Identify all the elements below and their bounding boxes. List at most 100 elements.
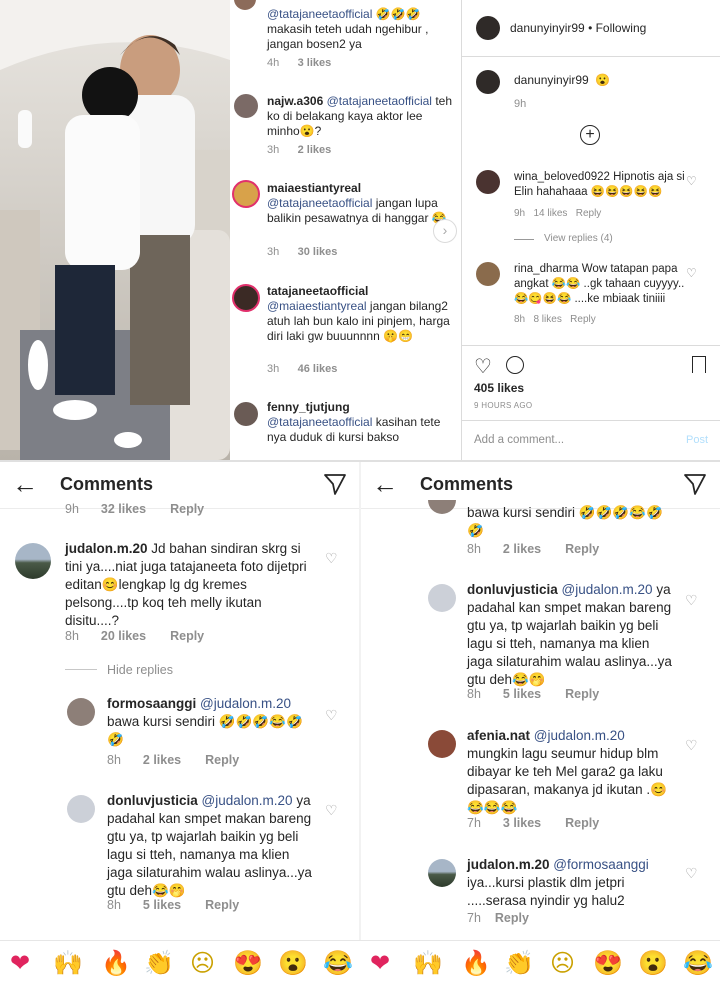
post-panel: danunyinyir99 • Following danunyinyir99 … — [462, 0, 720, 460]
clap-emoji-icon[interactable]: 👏 — [144, 949, 174, 979]
bookmark-icon[interactable] — [692, 356, 706, 373]
like-icon[interactable]: ♡ — [685, 865, 698, 882]
comment-meta: 3h 46 likes — [267, 363, 338, 375]
comment-meta: 3h 30 likes — [267, 246, 338, 258]
page-title: Comments — [60, 474, 154, 494]
avatar — [234, 402, 258, 426]
divider — [462, 420, 720, 421]
like-icon[interactable]: ♡ — [685, 592, 698, 609]
heart-eyes-emoji-icon[interactable]: 😍 — [233, 949, 263, 979]
comment-input[interactable]: Add a comment... — [474, 434, 564, 446]
next-arrow-icon[interactable]: › — [433, 219, 457, 243]
avatar — [428, 500, 456, 514]
comment-text: najw.a306 @tatajaneetaofficial teh ko di… — [267, 94, 453, 138]
comment-text: donluvjusticia @judalon.m.20 ya padahal … — [107, 793, 312, 898]
page-title: Comments — [420, 474, 514, 494]
post-photo — [0, 0, 230, 460]
wow-emoji-icon[interactable]: 😮 — [278, 949, 308, 979]
send-icon[interactable] — [683, 472, 707, 496]
comment-meta: 8h 2 likes Reply — [467, 542, 600, 556]
like-icon[interactable]: ♡ — [686, 266, 697, 280]
comment-meta: 8h 5 likes Reply — [107, 898, 240, 912]
following-label[interactable]: • Following — [588, 21, 646, 35]
avatar — [234, 94, 258, 118]
like-icon[interactable]: ♡ — [685, 737, 698, 754]
laugh-emoji-icon[interactable]: 😂 — [323, 949, 353, 979]
comment-meta: 9h 14 likes Reply — [514, 208, 602, 219]
comment-text: donluvjusticia @judalon.m.20 ya padahal … — [467, 582, 672, 687]
avatar — [232, 284, 260, 312]
comment-meta: 8h 8 likes Reply — [514, 314, 596, 325]
comment-text: fenny_tjutjung @tatajaneetaofficial kasih… — [267, 400, 441, 444]
like-icon[interactable]: ♡ — [325, 707, 338, 724]
sad-emoji-icon[interactable]: ☹ — [190, 949, 215, 979]
send-icon[interactable] — [323, 472, 347, 496]
heart-emoji-icon[interactable]: ❤ — [370, 949, 390, 979]
author-name[interactable]: danunyinyir99 — [510, 21, 585, 35]
back-arrow-icon[interactable]: ← — [372, 471, 398, 497]
avatar — [428, 584, 456, 612]
caption-time: 9h — [514, 98, 527, 110]
comment-text: formosaanggi @judalon.m.20 bawa kursi se… — [107, 696, 303, 747]
sad-emoji-icon[interactable]: ☹ — [550, 949, 575, 979]
comment-text: wina_beloved0922 Hipnotis aja si Elin ha… — [514, 171, 685, 198]
raised-hands-emoji-icon[interactable]: 🙌 — [53, 949, 83, 979]
comment-text: judalon.m.20 @formosaanggi iya...kursi p… — [467, 857, 649, 908]
comment-text: bawa kursi sendiri 🤣🤣🤣😂🤣🤣 — [467, 505, 663, 538]
comment-text: tatajaneetaofficial @maiaestiantyreal jan… — [267, 284, 450, 343]
divider — [462, 56, 720, 57]
comments-screen-right: ← Comments bawa kursi sendiri 🤣🤣🤣😂🤣🤣 8h 2… — [361, 462, 720, 940]
like-icon[interactable]: ♡ — [686, 174, 697, 188]
comments-panel-middle: @tatajaneetaofficial 🤣🤣🤣 makasih teteh u… — [230, 0, 462, 460]
comment-text: rina_dharma Wow tatapan papa angkat 😂😂 .… — [514, 263, 685, 305]
avatar — [476, 170, 500, 194]
comment-meta: 8h 5 likes Reply — [467, 687, 600, 701]
post-header: danunyinyir99 • Following — [510, 21, 646, 35]
avatar[interactable] — [476, 16, 500, 40]
comment-meta: 4h 3 likes — [267, 57, 332, 69]
comment-meta: 8h 2 likes Reply — [107, 753, 240, 767]
comment-meta: 9h 32 likes Reply — [65, 502, 205, 516]
comment-text: @tatajaneetaofficial 🤣🤣🤣 makasih teteh u… — [267, 7, 429, 51]
back-arrow-icon[interactable]: ← — [12, 471, 38, 497]
emoji-bar: ❤ 🙌 🔥 👏 ☹ 😍 😮 😂 ❤ 🙌 🔥 👏 ☹ 😍 😮 😂 — [0, 940, 720, 990]
comment-meta: 8h 20 likes Reply — [65, 629, 205, 643]
comment-text: maiaestiantyreal @tatajaneetaofficial jan… — [267, 181, 447, 225]
avatar — [232, 180, 260, 208]
load-more-icon[interactable]: + — [580, 125, 600, 145]
avatar — [15, 543, 51, 579]
like-icon[interactable]: ♡ — [325, 802, 338, 819]
fire-emoji-icon[interactable]: 🔥 — [101, 949, 131, 979]
comment-text: judalon.m.20 Jd bahan sindiran skrg si t… — [65, 541, 307, 628]
post-button[interactable]: Post — [686, 434, 708, 446]
hide-replies-button[interactable]: Hide replies — [107, 663, 173, 677]
comment-meta: 7h Reply — [467, 911, 529, 925]
comments-screen-left: ← Comments 9h 32 likes Reply judalon.m.20 … — [0, 462, 359, 940]
clap-emoji-icon[interactable]: 👏 — [504, 949, 534, 979]
comment-meta: 7h 3 likes Reply — [467, 816, 600, 830]
wow-emoji-icon[interactable]: 😮 — [638, 949, 668, 979]
heart-eyes-emoji-icon[interactable]: 😍 — [593, 949, 623, 979]
caption: danunyinyir99 😮 — [514, 73, 611, 87]
fire-emoji-icon[interactable]: 🔥 — [461, 949, 491, 979]
laugh-emoji-icon[interactable]: 😂 — [683, 949, 713, 979]
avatar — [234, 0, 256, 10]
avatar — [476, 70, 500, 94]
divider — [514, 239, 534, 240]
avatar — [476, 262, 500, 286]
likes-count[interactable]: 405 likes — [474, 381, 524, 395]
like-icon[interactable]: ♡ — [325, 550, 338, 567]
divider — [65, 669, 97, 670]
comment-text: afenia.nat @judalon.m.20 mungkin lagu se… — [467, 728, 667, 815]
avatar — [428, 859, 456, 887]
comment-meta: 3h 2 likes — [267, 144, 332, 156]
view-replies-button[interactable]: View replies (4) — [544, 233, 613, 244]
divider — [462, 345, 720, 346]
avatar — [428, 730, 456, 758]
avatar — [67, 795, 95, 823]
heart-icon[interactable]: ♡ — [474, 354, 492, 379]
avatar — [67, 698, 95, 726]
comment-icon[interactable] — [506, 356, 524, 374]
heart-emoji-icon[interactable]: ❤ — [10, 949, 30, 979]
raised-hands-emoji-icon[interactable]: 🙌 — [413, 949, 443, 979]
